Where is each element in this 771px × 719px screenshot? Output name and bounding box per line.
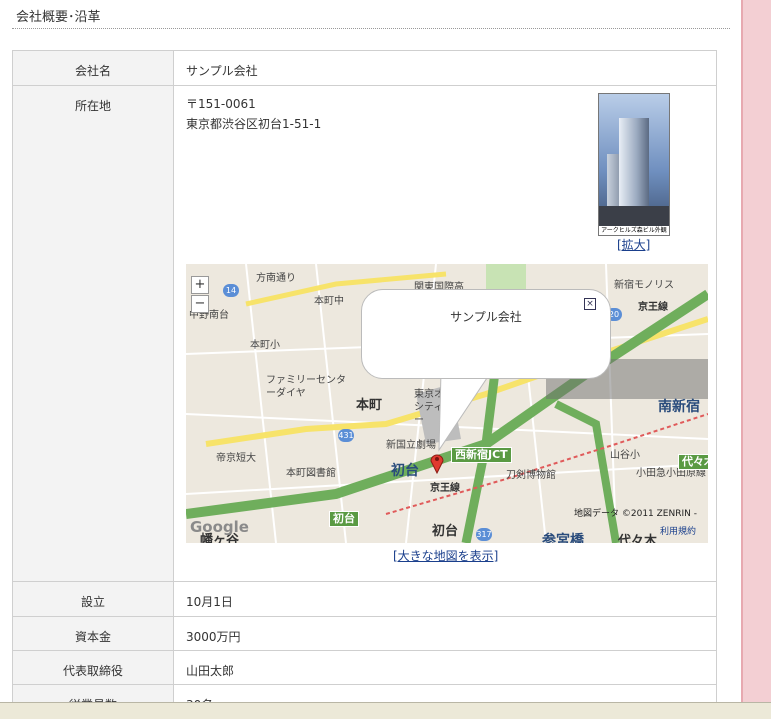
street-address: 東京都渋谷区初台1-51-1 (186, 117, 322, 131)
map-label: 初台 (329, 511, 359, 527)
row-value-cell: 10月1日 (173, 581, 717, 617)
row-value-cell: 山田太郎 (173, 650, 717, 685)
map-label: 代々木 (678, 454, 708, 470)
row-label-cell: 代表取締役 (12, 650, 174, 685)
map-label: ファミリーセンターダイヤ (266, 375, 346, 399)
page-side-decoration (743, 0, 771, 718)
address-text: 〒151-0061 東京都渋谷区初台1-51-1 (186, 94, 321, 134)
row-label-cell: 資本金 (12, 616, 174, 651)
enlarge-photo-link[interactable]: [拡大] (617, 236, 650, 253)
row-label-cell: 設立 (12, 581, 174, 617)
route-marker: 14 (223, 284, 239, 297)
location-pin-icon[interactable] (430, 452, 444, 474)
google-map[interactable]: 方南通り 本町中 関東国際高 新宿モノリス 京王線 中野南台 本町小 ファミリー… (186, 264, 708, 543)
route-marker: 317 (476, 528, 492, 541)
map-label: 本町図書館 (286, 468, 336, 479)
map-label: 南新宿 (658, 399, 700, 415)
row-label-cell: 会社名 (12, 50, 174, 86)
map-label: 本町中 (314, 296, 344, 307)
close-icon[interactable]: × (584, 298, 596, 310)
map-copyright: 地図データ ©2011 ZENRIN - (574, 509, 697, 519)
founded-value: 10月1日 (186, 595, 233, 609)
photo-caption: アークヒルズ森ビル外観 (599, 226, 669, 235)
map-label: 本町 (356, 398, 383, 413)
row-label: 設立 (80, 595, 105, 609)
building-photo[interactable]: アークヒルズ森ビル外観 (598, 93, 670, 236)
row-label: 会社名 (74, 64, 111, 78)
row-value-cell: 3000万円 (173, 616, 717, 651)
capital-value: 3000万円 (186, 630, 241, 644)
table-row: 所在地 〒151-0061 東京都渋谷区初台1-51-1 アークヒルズ森ビル外観… (12, 85, 717, 582)
map-label: 山谷小 (610, 450, 640, 461)
representative-value: 山田太郎 (186, 664, 235, 678)
postal-code: 〒151-0061 (186, 97, 256, 111)
table-row: 会社名 サンプル会社 (12, 50, 717, 86)
route-marker: 431 (338, 429, 354, 442)
map-info-popup: サンプル会社 × (361, 289, 611, 379)
main-content: 会社概要･沿革 会社名 サンプル会社 所在地 〒151-0061 東京都渋谷区初… (0, 0, 741, 719)
row-label: 代表取締役 (62, 664, 123, 678)
popup-tail (438, 372, 492, 452)
map-label: 代々木 (618, 534, 658, 543)
zoom-out-button[interactable]: − (191, 295, 209, 313)
map-label: 参宮橋 (542, 533, 584, 543)
photo-building-tower (619, 118, 649, 206)
larger-map-link[interactable]: [大きな地図を表示] (393, 547, 498, 564)
popup-title: サンプル会社 (450, 310, 522, 324)
title-divider (12, 28, 730, 29)
photo-road (599, 206, 669, 226)
map-terms-link[interactable]: 利用規約 (660, 524, 696, 537)
map-label: 京王線 (430, 483, 460, 494)
row-value-cell: 〒151-0061 東京都渋谷区初台1-51-1 アークヒルズ森ビル外観 [拡大… (173, 85, 717, 582)
row-label: 資本金 (74, 630, 111, 644)
map-label: 初台 (391, 463, 419, 479)
google-logo: Google (190, 518, 249, 536)
park-area (486, 264, 526, 289)
browser-status-bar (0, 702, 771, 719)
map-label: 京王線 (638, 302, 668, 313)
company-name-value: サンプル会社 (186, 64, 258, 78)
map-label: 新宿モノリス (614, 280, 674, 291)
map-label: 本町小 (250, 340, 280, 351)
map-label: 初台 (432, 524, 459, 539)
zoom-in-button[interactable]: + (191, 276, 209, 294)
row-label-cell: 所在地 (12, 85, 174, 582)
address-block: 〒151-0061 東京都渋谷区初台1-51-1 アークヒルズ森ビル外観 [拡大… (174, 86, 716, 581)
row-label: 所在地 (74, 99, 111, 113)
map-label: 帝京短大 (216, 453, 256, 464)
map-label: 新国立劇場 (386, 440, 436, 451)
map-label: 方南通り (256, 273, 296, 284)
table-row: 設立 10月1日 (12, 581, 717, 617)
table-row: 資本金 3000万円 (12, 616, 717, 651)
company-info-table: 会社名 サンプル会社 所在地 〒151-0061 東京都渋谷区初台1-51-1 … (12, 50, 717, 719)
section-title: 会社概要･沿革 (16, 10, 101, 25)
row-value-cell: サンプル会社 (173, 50, 717, 86)
map-label: 刀剣博物館 (506, 470, 556, 481)
table-row: 代表取締役 山田太郎 (12, 650, 717, 685)
